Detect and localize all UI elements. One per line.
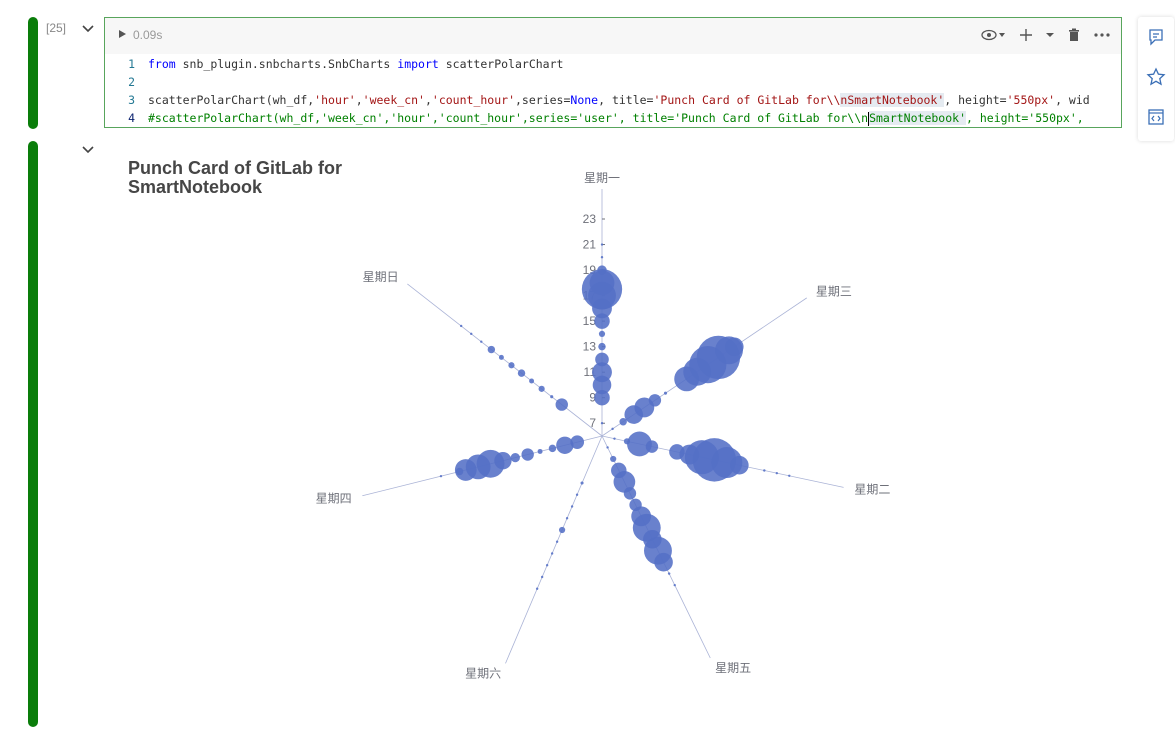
scatter-point [439,474,443,478]
scatter-point [623,487,637,500]
scatter-point [529,378,535,384]
scatter-point [663,391,668,395]
angle-axis-line [407,283,603,437]
scatter-point [508,362,515,369]
scatter-point [548,444,557,453]
radius-tick-label: 23 [583,212,597,226]
scatter-point [611,427,614,431]
scatter-point [470,332,473,336]
scatter-point [555,540,559,543]
scatter-point [556,436,574,454]
scatter-point [606,446,609,449]
radius-tick-label: 13 [583,340,597,354]
angle-axis-line [505,435,603,664]
angle-axis-label: 星期五 [715,661,751,675]
angle-axis-label: 星期三 [816,285,852,299]
scatter-point [480,340,483,343]
angle-axis-label: 星期四 [316,491,352,505]
scatter-point [535,587,539,590]
scatter-point [610,455,617,463]
scatter-point [580,481,584,485]
scatter-point [613,437,616,440]
scatter-point [550,395,554,399]
angle-axis-label: 星期日 [363,270,399,284]
scatter-point [487,345,496,354]
scatter-point [600,243,604,246]
radius-tick-label: 21 [583,238,597,252]
scatter-point [521,448,534,461]
scatter-point [775,471,779,475]
scatter-point [654,552,673,572]
scatter-point [648,394,662,407]
angle-axis-label: 星期二 [854,483,890,497]
scatter-point [537,448,543,454]
angle-axis-label: 星期一 [584,171,620,185]
radius-tick-label: 7 [589,416,596,430]
scatter-point [598,330,606,337]
scatter-point [600,422,604,425]
scatter-point [550,552,554,555]
scatter-point [498,354,504,360]
scatter-point [455,467,464,476]
scatter-point [575,493,579,496]
scatter-point [545,564,549,567]
scatter-point [459,324,463,328]
scatter-point [788,474,791,478]
scatter-point [724,337,744,357]
scatter-point [645,440,659,453]
scatter-point [538,385,545,392]
angle-axis-label: 星期六 [465,666,501,680]
scatter-point [730,455,749,475]
scatter-point [595,352,609,367]
scatter-point [597,265,607,275]
scatter-point [667,572,671,575]
scatter-point [565,517,569,520]
scatter-point [600,256,604,259]
scatter-point [763,469,766,472]
scatter-point [570,505,574,508]
scatter-point [510,452,520,463]
scatter-point [517,369,526,377]
scatter-point [558,526,566,534]
scatter-point [598,342,606,351]
scatter-point [673,583,676,587]
scatter-point [540,575,544,579]
scatter-point [555,398,568,411]
polar-scatter-chart[interactable]: 7911131517192123星期一星期三星期二星期五星期六星期四星期日 [0,0,1175,743]
